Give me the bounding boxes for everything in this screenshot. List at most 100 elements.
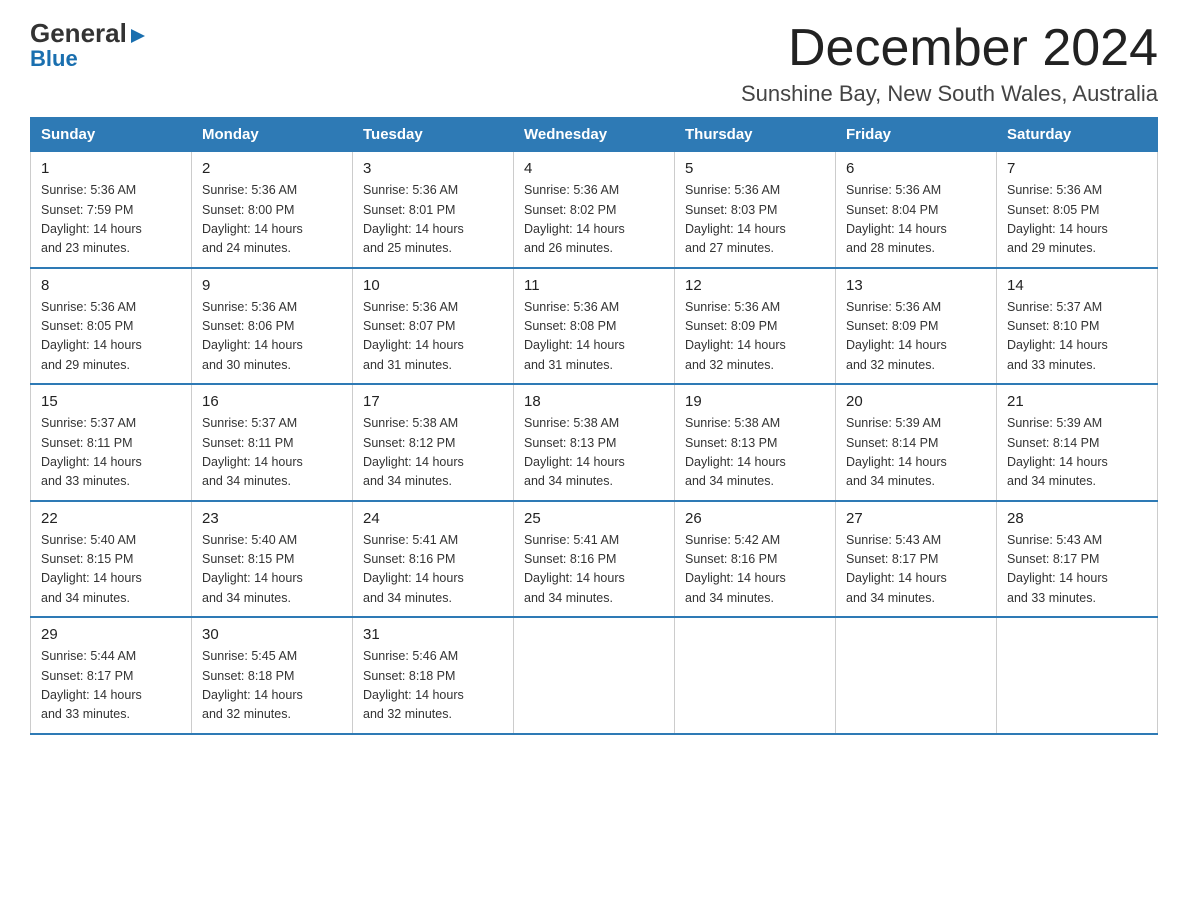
col-friday: Friday bbox=[836, 118, 997, 152]
calendar-cell: 16 Sunrise: 5:37 AMSunset: 8:11 PMDayligh… bbox=[192, 384, 353, 501]
day-info: Sunrise: 5:36 AMSunset: 8:00 PMDaylight:… bbox=[202, 183, 303, 255]
col-tuesday: Tuesday bbox=[353, 118, 514, 152]
day-number: 2 bbox=[202, 160, 342, 177]
header-row: Sunday Monday Tuesday Wednesday Thursday… bbox=[31, 118, 1158, 152]
calendar-cell: 8 Sunrise: 5:36 AMSunset: 8:05 PMDaylight… bbox=[31, 268, 192, 385]
calendar-cell: 13Sunrise: 5:36 AMSunset: 8:09 PMDayligh… bbox=[836, 268, 997, 385]
day-number: 7 bbox=[1007, 160, 1147, 177]
calendar-cell bbox=[997, 617, 1158, 734]
calendar-week-5: 29 Sunrise: 5:44 AMSunset: 8:17 PMDayligh… bbox=[31, 617, 1158, 734]
day-info: Sunrise: 5:38 AMSunset: 8:12 PMDaylight:… bbox=[363, 416, 464, 488]
day-info: Sunrise: 5:37 AMSunset: 8:11 PMDaylight:… bbox=[41, 416, 142, 488]
calendar-cell: 20 Sunrise: 5:39 AMSunset: 8:14 PMDayligh… bbox=[836, 384, 997, 501]
calendar-cell: 1Sunrise: 5:36 AMSunset: 7:59 PMDaylight… bbox=[31, 152, 192, 268]
calendar-cell: 15 Sunrise: 5:37 AMSunset: 8:11 PMDayligh… bbox=[31, 384, 192, 501]
calendar-cell bbox=[675, 617, 836, 734]
calendar-cell: 25Sunrise: 5:41 AMSunset: 8:16 PMDayligh… bbox=[514, 501, 675, 618]
day-info: Sunrise: 5:40 AMSunset: 8:15 PMDaylight:… bbox=[41, 533, 142, 605]
calendar-body: 1Sunrise: 5:36 AMSunset: 7:59 PMDaylight… bbox=[31, 152, 1158, 734]
day-info: Sunrise: 5:44 AMSunset: 8:17 PMDaylight:… bbox=[41, 649, 142, 721]
day-number: 27 bbox=[846, 510, 986, 527]
calendar-cell: 19 Sunrise: 5:38 AMSunset: 8:13 PMDayligh… bbox=[675, 384, 836, 501]
day-number: 16 bbox=[202, 393, 342, 410]
day-info: Sunrise: 5:37 AMSunset: 8:10 PMDaylight:… bbox=[1007, 300, 1108, 372]
location-title: Sunshine Bay, New South Wales, Australia bbox=[741, 81, 1158, 107]
col-wednesday: Wednesday bbox=[514, 118, 675, 152]
day-info: Sunrise: 5:42 AMSunset: 8:16 PMDaylight:… bbox=[685, 533, 786, 605]
title-block: December 2024 Sunshine Bay, New South Wa… bbox=[741, 20, 1158, 107]
day-number: 23 bbox=[202, 510, 342, 527]
day-info: Sunrise: 5:37 AMSunset: 8:11 PMDaylight:… bbox=[202, 416, 303, 488]
day-number: 3 bbox=[363, 160, 503, 177]
calendar-cell: 7 Sunrise: 5:36 AMSunset: 8:05 PMDaylight… bbox=[997, 152, 1158, 268]
calendar-week-2: 8 Sunrise: 5:36 AMSunset: 8:05 PMDaylight… bbox=[31, 268, 1158, 385]
calendar-cell: 11 Sunrise: 5:36 AMSunset: 8:08 PMDayligh… bbox=[514, 268, 675, 385]
day-info: Sunrise: 5:36 AMSunset: 8:09 PMDaylight:… bbox=[846, 300, 947, 372]
col-sunday: Sunday bbox=[31, 118, 192, 152]
logo-blue: Blue bbox=[30, 46, 78, 72]
day-number: 6 bbox=[846, 160, 986, 177]
day-number: 26 bbox=[685, 510, 825, 527]
day-number: 10 bbox=[363, 277, 503, 294]
day-info: Sunrise: 5:39 AMSunset: 8:14 PMDaylight:… bbox=[1007, 416, 1108, 488]
day-info: Sunrise: 5:38 AMSunset: 8:13 PMDaylight:… bbox=[524, 416, 625, 488]
calendar-cell: 29 Sunrise: 5:44 AMSunset: 8:17 PMDayligh… bbox=[31, 617, 192, 734]
calendar-cell: 17Sunrise: 5:38 AMSunset: 8:12 PMDayligh… bbox=[353, 384, 514, 501]
day-number: 18 bbox=[524, 393, 664, 410]
calendar-cell: 18 Sunrise: 5:38 AMSunset: 8:13 PMDayligh… bbox=[514, 384, 675, 501]
calendar-cell: 9Sunrise: 5:36 AMSunset: 8:06 PMDaylight… bbox=[192, 268, 353, 385]
calendar-table: Sunday Monday Tuesday Wednesday Thursday… bbox=[30, 117, 1158, 735]
day-info: Sunrise: 5:36 AMSunset: 8:05 PMDaylight:… bbox=[1007, 183, 1108, 255]
day-number: 8 bbox=[41, 277, 181, 294]
day-info: Sunrise: 5:43 AMSunset: 8:17 PMDaylight:… bbox=[846, 533, 947, 605]
calendar-cell bbox=[836, 617, 997, 734]
calendar-week-3: 15 Sunrise: 5:37 AMSunset: 8:11 PMDayligh… bbox=[31, 384, 1158, 501]
month-title: December 2024 bbox=[741, 20, 1158, 77]
calendar-cell: 26 Sunrise: 5:42 AMSunset: 8:16 PMDayligh… bbox=[675, 501, 836, 618]
day-number: 29 bbox=[41, 626, 181, 643]
day-number: 19 bbox=[685, 393, 825, 410]
logo: General Blue bbox=[30, 20, 147, 72]
calendar-header: Sunday Monday Tuesday Wednesday Thursday… bbox=[31, 118, 1158, 152]
day-info: Sunrise: 5:36 AMSunset: 8:01 PMDaylight:… bbox=[363, 183, 464, 255]
day-info: Sunrise: 5:36 AMSunset: 8:04 PMDaylight:… bbox=[846, 183, 947, 255]
day-number: 28 bbox=[1007, 510, 1147, 527]
col-monday: Monday bbox=[192, 118, 353, 152]
day-number: 24 bbox=[363, 510, 503, 527]
day-number: 30 bbox=[202, 626, 342, 643]
calendar-cell: 10 Sunrise: 5:36 AMSunset: 8:07 PMDayligh… bbox=[353, 268, 514, 385]
day-number: 1 bbox=[41, 160, 181, 177]
calendar-cell: 2 Sunrise: 5:36 AMSunset: 8:00 PMDaylight… bbox=[192, 152, 353, 268]
day-info: Sunrise: 5:39 AMSunset: 8:14 PMDaylight:… bbox=[846, 416, 947, 488]
day-number: 15 bbox=[41, 393, 181, 410]
day-info: Sunrise: 5:38 AMSunset: 8:13 PMDaylight:… bbox=[685, 416, 786, 488]
calendar-cell: 23 Sunrise: 5:40 AMSunset: 8:15 PMDayligh… bbox=[192, 501, 353, 618]
day-info: Sunrise: 5:36 AMSunset: 8:06 PMDaylight:… bbox=[202, 300, 303, 372]
day-info: Sunrise: 5:36 AMSunset: 8:05 PMDaylight:… bbox=[41, 300, 142, 372]
day-info: Sunrise: 5:36 AMSunset: 8:09 PMDaylight:… bbox=[685, 300, 786, 372]
calendar-week-1: 1Sunrise: 5:36 AMSunset: 7:59 PMDaylight… bbox=[31, 152, 1158, 268]
day-info: Sunrise: 5:40 AMSunset: 8:15 PMDaylight:… bbox=[202, 533, 303, 605]
calendar-cell: 4 Sunrise: 5:36 AMSunset: 8:02 PMDaylight… bbox=[514, 152, 675, 268]
page-header: General Blue December 2024 Sunshine Bay,… bbox=[30, 20, 1158, 107]
day-info: Sunrise: 5:36 AMSunset: 8:08 PMDaylight:… bbox=[524, 300, 625, 372]
calendar-cell: 28Sunrise: 5:43 AMSunset: 8:17 PMDayligh… bbox=[997, 501, 1158, 618]
day-number: 4 bbox=[524, 160, 664, 177]
calendar-cell: 22Sunrise: 5:40 AMSunset: 8:15 PMDayligh… bbox=[31, 501, 192, 618]
calendar-cell: 3 Sunrise: 5:36 AMSunset: 8:01 PMDaylight… bbox=[353, 152, 514, 268]
calendar-cell: 30 Sunrise: 5:45 AMSunset: 8:18 PMDayligh… bbox=[192, 617, 353, 734]
col-saturday: Saturday bbox=[997, 118, 1158, 152]
day-info: Sunrise: 5:36 AMSunset: 8:02 PMDaylight:… bbox=[524, 183, 625, 255]
calendar-cell: 6 Sunrise: 5:36 AMSunset: 8:04 PMDaylight… bbox=[836, 152, 997, 268]
calendar-cell: 27 Sunrise: 5:43 AMSunset: 8:17 PMDayligh… bbox=[836, 501, 997, 618]
day-info: Sunrise: 5:36 AMSunset: 8:07 PMDaylight:… bbox=[363, 300, 464, 372]
day-number: 20 bbox=[846, 393, 986, 410]
day-number: 11 bbox=[524, 277, 664, 294]
day-number: 25 bbox=[524, 510, 664, 527]
day-number: 21 bbox=[1007, 393, 1147, 410]
calendar-cell: 31Sunrise: 5:46 AMSunset: 8:18 PMDayligh… bbox=[353, 617, 514, 734]
calendar-week-4: 22Sunrise: 5:40 AMSunset: 8:15 PMDayligh… bbox=[31, 501, 1158, 618]
calendar-cell bbox=[514, 617, 675, 734]
day-info: Sunrise: 5:45 AMSunset: 8:18 PMDaylight:… bbox=[202, 649, 303, 721]
day-info: Sunrise: 5:41 AMSunset: 8:16 PMDaylight:… bbox=[363, 533, 464, 605]
